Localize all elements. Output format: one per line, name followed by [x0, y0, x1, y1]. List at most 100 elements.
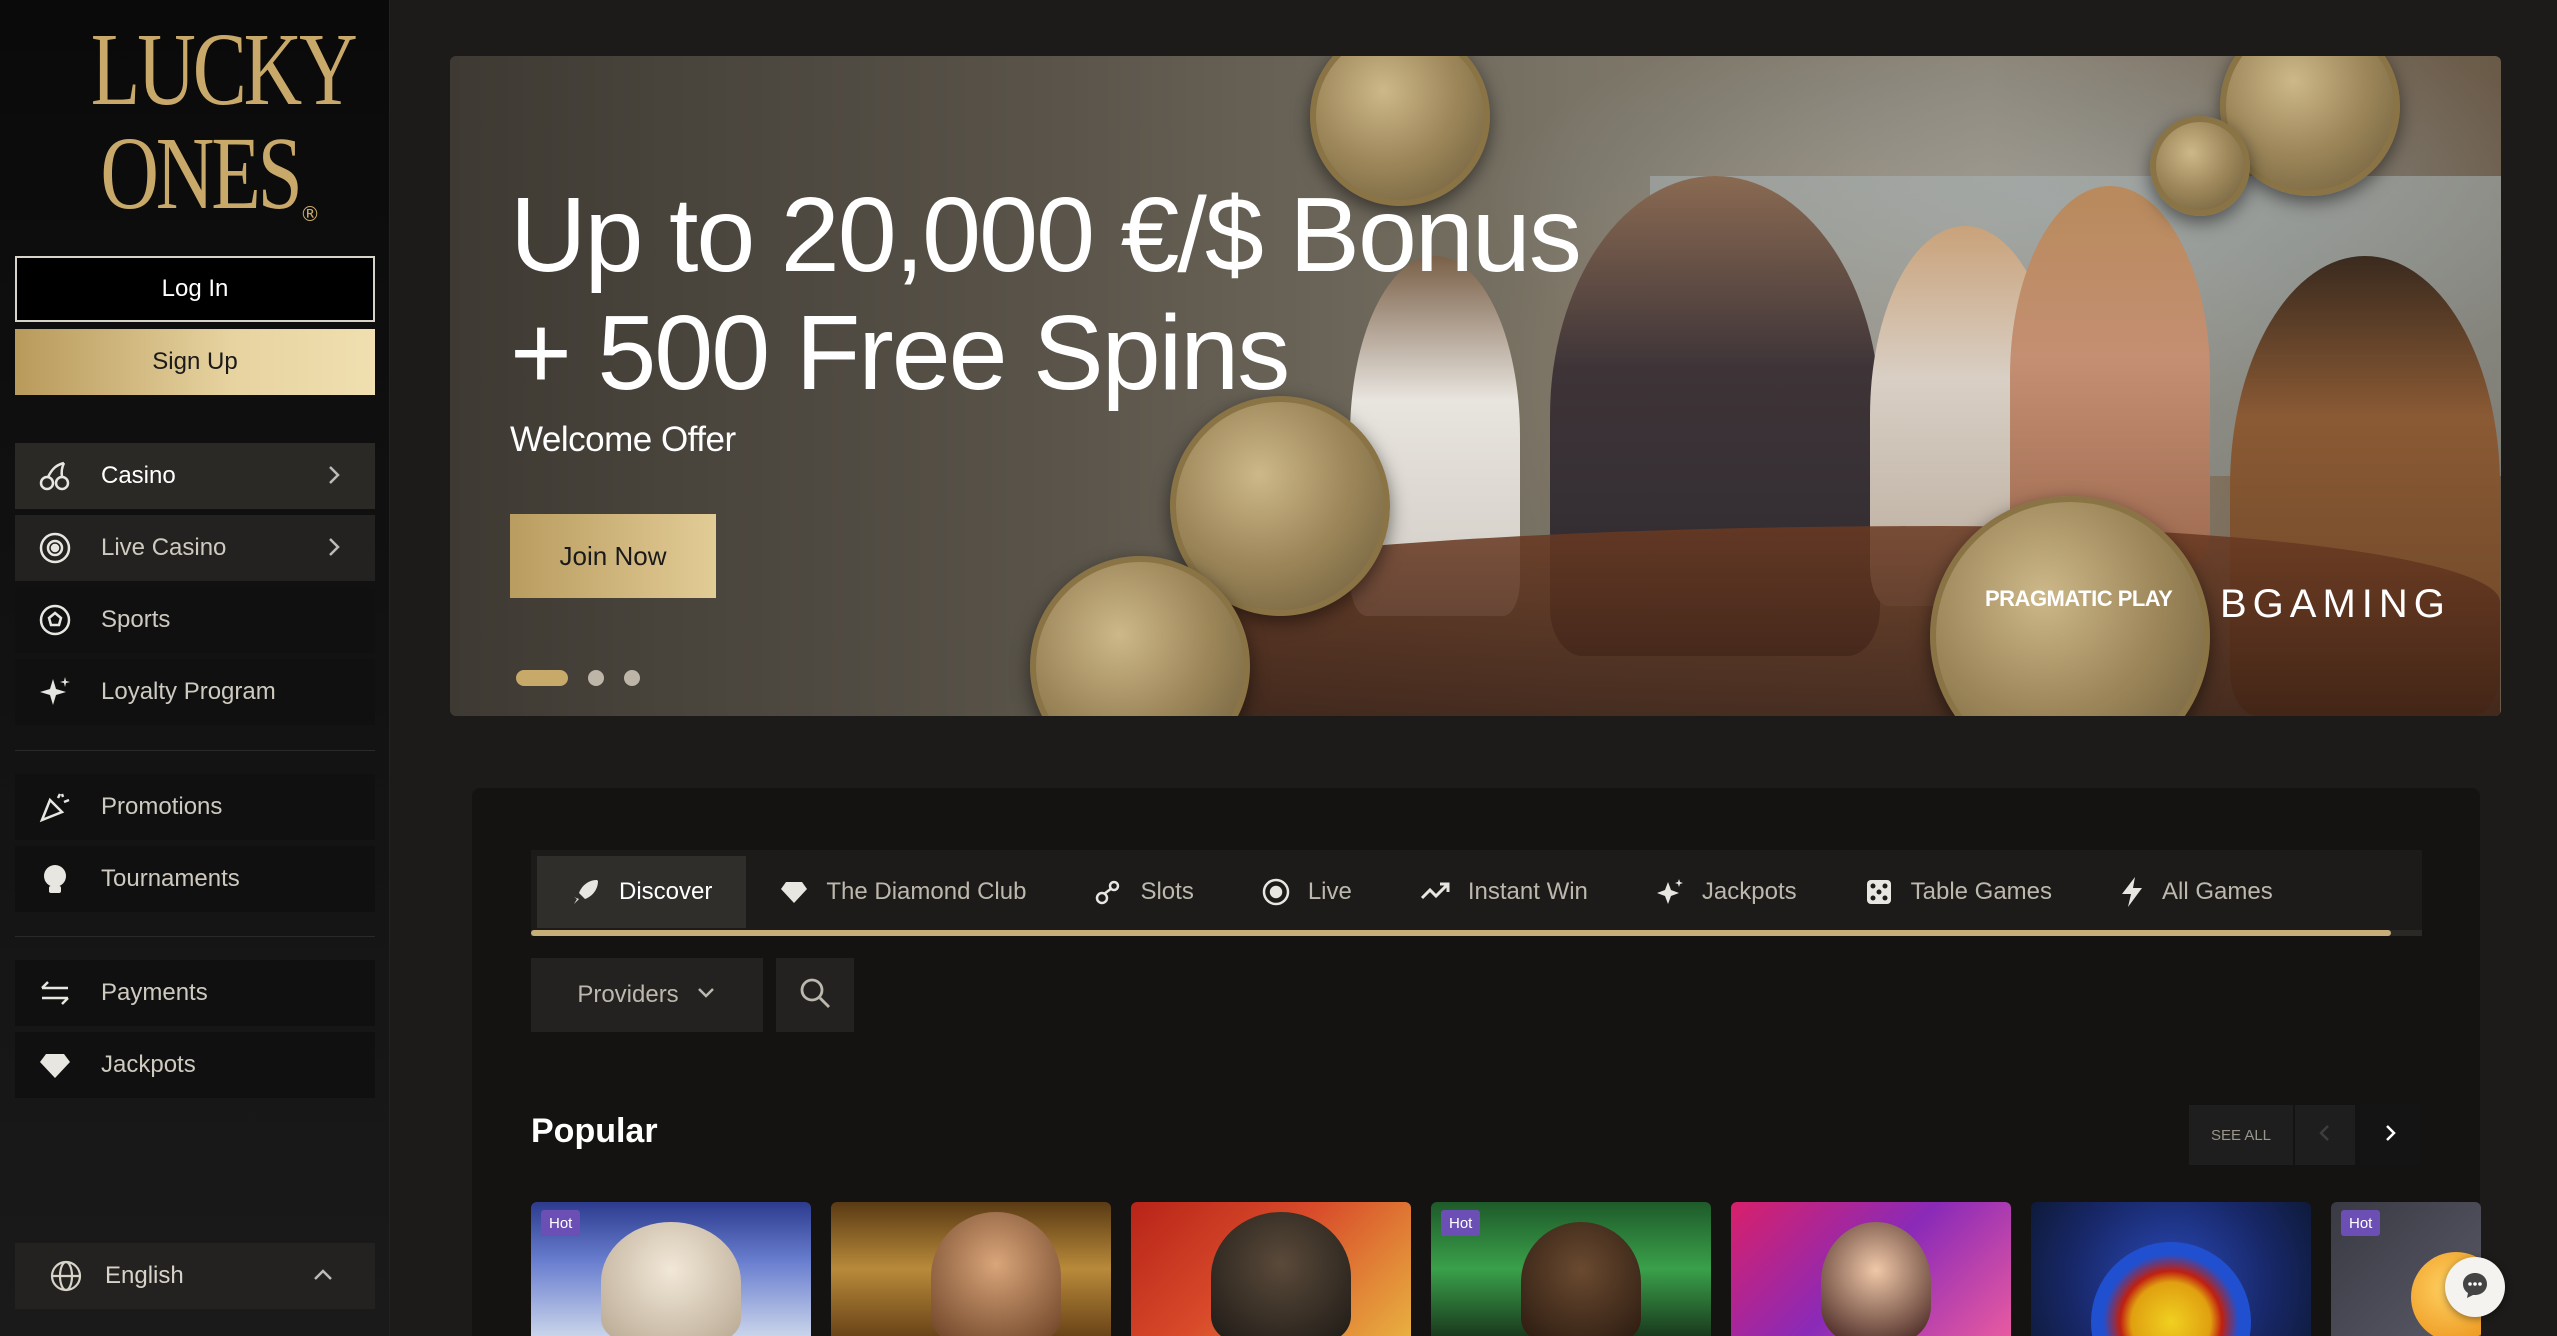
sidebar-item-live-casino[interactable]: Live Casino: [15, 515, 375, 581]
sidebar-item-label: Jackpots: [101, 1051, 196, 1078]
chevron-up-icon: [311, 1263, 335, 1294]
see-all-button[interactable]: SEE ALL: [2189, 1105, 2293, 1165]
carousel-next-button[interactable]: [2360, 1105, 2420, 1165]
game-card[interactable]: [2031, 1202, 2311, 1336]
diamond-icon: [780, 878, 808, 906]
sidebar-item-label: Sports: [101, 606, 171, 633]
game-thumbnail: [2091, 1242, 2251, 1336]
hero-banner[interactable]: Up to 20,000 €/$ Bonus + 500 Free Spins …: [450, 56, 2501, 716]
tab-label: Discover: [619, 878, 713, 905]
logo-line-2: ONES: [100, 116, 302, 231]
chevron-right-icon: [321, 463, 345, 494]
sidebar-item-tournaments[interactable]: Tournaments: [15, 846, 375, 912]
soccer-ball-icon: [37, 602, 73, 638]
bgaming-logo: BGAMING: [2220, 582, 2451, 626]
sidebar: LUCKY ONES ® Log In Sign Up Casino Live …: [0, 0, 390, 1336]
sidebar-item-casino[interactable]: Casino: [15, 443, 375, 509]
trend-icon: [1420, 878, 1450, 906]
sidebar-divider: [15, 936, 375, 937]
game-category-tabs: Discover The Diamond Club Slots Live Ins…: [531, 850, 2422, 934]
search-icon: [798, 976, 832, 1015]
hero-headline: Up to 20,000 €/$ Bonus + 500 Free Spins: [510, 176, 1810, 412]
tab-table-games[interactable]: Table Games: [1831, 856, 2086, 928]
carousel-dot[interactable]: [588, 670, 604, 686]
carousel-dots: [516, 670, 640, 686]
tabs-scrollbar[interactable]: [531, 930, 2422, 936]
tab-slots[interactable]: Slots: [1060, 856, 1227, 928]
globe-icon: [49, 1259, 83, 1293]
section-title-popular: Popular: [531, 1112, 658, 1150]
game-card[interactable]: [831, 1202, 1111, 1336]
tab-discover[interactable]: Discover: [537, 856, 747, 928]
tab-label: Live: [1307, 878, 1352, 905]
tab-label: Table Games: [1910, 878, 2053, 905]
sidebar-item-jackpots[interactable]: Jackpots: [15, 1032, 375, 1098]
pragmatic-play-logo: PRAGMATIC PLAY: [1985, 586, 2173, 611]
gold-coin-image: [2150, 116, 2250, 216]
signup-button[interactable]: Sign Up: [15, 329, 375, 395]
chat-bubble-icon: [2460, 1270, 2490, 1305]
trophy-icon: [37, 861, 73, 897]
game-thumbnail: [601, 1222, 741, 1336]
language-selector[interactable]: English: [15, 1243, 375, 1309]
game-card[interactable]: Hot: [1431, 1202, 1711, 1336]
logo-line-1: LUCKY: [90, 12, 358, 127]
hot-badge: Hot: [1441, 1210, 1481, 1236]
dice-icon: [1865, 878, 1893, 906]
providers-label: Providers: [577, 981, 679, 1008]
game-card[interactable]: [1131, 1202, 1411, 1336]
hot-badge: Hot: [541, 1210, 581, 1236]
sparkles-icon: [1656, 878, 1684, 906]
providers-dropdown[interactable]: Providers: [531, 958, 763, 1032]
lucky-ones-logo[interactable]: LUCKY ONES ®: [60, 12, 358, 231]
sidebar-divider: [15, 750, 375, 751]
sidebar-item-label: Loyalty Program: [101, 678, 276, 705]
sidebar-item-promotions[interactable]: Promotions: [15, 774, 375, 840]
tab-label: The Diamond Club: [826, 878, 1027, 905]
carousel-prev-button[interactable]: [2295, 1105, 2355, 1165]
live-chat-button[interactable]: [2445, 1257, 2505, 1317]
tabs-scrollbar-thumb[interactable]: [531, 930, 2391, 936]
sidebar-item-label: Live Casino: [101, 534, 227, 561]
sidebar-item-payments[interactable]: Payments: [15, 960, 375, 1026]
hot-badge: Hot: [2341, 1210, 2381, 1236]
transfer-arrows-icon: [37, 975, 73, 1011]
sidebar-item-label: Payments: [101, 979, 208, 1006]
tab-live[interactable]: Live: [1228, 856, 1386, 928]
tab-jackpots[interactable]: Jackpots: [1622, 856, 1831, 928]
chevron-right-icon: [321, 535, 345, 566]
tab-label: Instant Win: [1467, 878, 1588, 905]
party-popper-icon: [37, 789, 73, 825]
sidebar-item-sports[interactable]: Sports: [15, 587, 375, 653]
tab-label: All Games: [2162, 878, 2273, 905]
game-thumbnail: [1821, 1222, 1931, 1336]
login-button[interactable]: Log In: [15, 256, 375, 322]
diamond-icon: [37, 1047, 73, 1083]
carousel-dot[interactable]: [624, 670, 640, 686]
sidebar-item-label: Promotions: [101, 793, 223, 820]
join-now-button[interactable]: Join Now: [510, 514, 716, 598]
sidebar-item-label: Tournaments: [101, 865, 240, 892]
tab-the-diamond-club[interactable]: The Diamond Club: [746, 856, 1060, 928]
chip-icon: [37, 530, 73, 566]
search-button[interactable]: [776, 958, 854, 1032]
cherries-icon: [37, 458, 73, 494]
tab-instant-win[interactable]: Instant Win: [1386, 856, 1622, 928]
registered-mark: ®: [300, 202, 320, 226]
hero-headline-line-1: Up to 20,000 €/$ Bonus: [510, 176, 1582, 294]
tab-all-games[interactable]: All Games: [2086, 856, 2307, 928]
sidebar-item-loyalty-program[interactable]: Loyalty Program: [15, 659, 375, 725]
tab-label: Slots: [1140, 878, 1194, 905]
game-thumbnail: [1211, 1212, 1351, 1336]
tab-label: Jackpots: [1701, 878, 1797, 905]
slot-icon: [1094, 878, 1122, 906]
carousel-dot[interactable]: [516, 670, 568, 686]
game-thumbnail: [931, 1212, 1061, 1336]
chevron-right-icon: [2379, 1122, 2401, 1149]
game-card[interactable]: [1731, 1202, 2011, 1336]
game-thumbnail: [1521, 1222, 1641, 1336]
game-card[interactable]: Hot: [531, 1202, 811, 1336]
rocket-icon: [571, 877, 601, 907]
hero-subtitle: Welcome Offer: [510, 420, 736, 459]
sidebar-item-label: Casino: [101, 462, 176, 489]
